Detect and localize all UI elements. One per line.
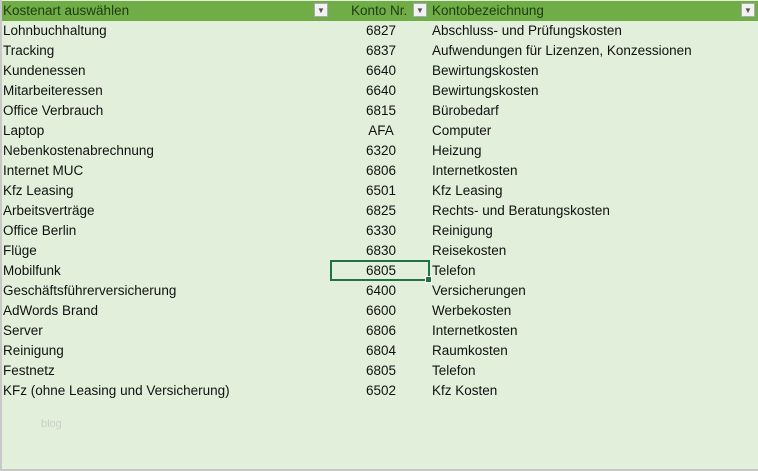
table-row: KFz (ohne Leasing und Versicherung) 6502 K… (2, 381, 758, 401)
table-header: Kostenart auswählen ▼ Konto Nr. ▼ Kontob… (2, 1, 758, 21)
cell-konto[interactable]: 6600 (332, 301, 430, 321)
cell-kostenart[interactable]: AdWords Brand (3, 301, 328, 321)
cell-kontobezeichnung[interactable]: Versicherungen (432, 281, 752, 301)
cell-kostenart[interactable]: Reinigung (3, 341, 328, 361)
table-row: AdWords Brand 6600 Werbekosten (2, 301, 758, 321)
table-row: Office Berlin 6330 Reinigung (2, 221, 758, 241)
cell-kostenart[interactable]: KFz (ohne Leasing und Versicherung) (3, 381, 328, 401)
cell-kostenart[interactable]: Tracking (3, 41, 328, 61)
table-row: Office Verbrauch 6815 Bürobedarf (2, 101, 758, 121)
cell-konto[interactable]: 6640 (332, 81, 430, 101)
cell-kostenart[interactable]: Laptop (3, 121, 328, 141)
table-row: Lohnbuchhaltung 6827 Abschluss- und Prüfun… (2, 21, 758, 41)
table-row: Geschäftsführerversicherung 6400 Versicher… (2, 281, 758, 301)
cell-kostenart[interactable]: Kfz Leasing (3, 181, 328, 201)
table-row: Laptop AFA Computer (2, 121, 758, 141)
table-row: Nebenkostenabrechnung 6320 Heizung (2, 141, 758, 161)
cell-kontobezeichnung[interactable]: Aufwendungen für Lizenzen, Konzessionen (432, 41, 752, 61)
cell-konto[interactable]: 6501 (332, 181, 430, 201)
table-row: Arbeitsverträge 6825 Rechts- und Beratungs… (2, 201, 758, 221)
cell-konto[interactable]: 6805 (332, 361, 430, 381)
cell-konto[interactable]: 6827 (332, 21, 430, 41)
table-row: Kfz Leasing 6501 Kfz Leasing (2, 181, 758, 201)
table-row: Kundenessen 6640 Bewirtungskosten (2, 61, 758, 81)
cell-kontobezeichnung[interactable]: Internetkosten (432, 161, 752, 181)
cell-kontobezeichnung[interactable]: Bürobedarf (432, 101, 752, 121)
cell-kostenart[interactable]: Mobilfunk (3, 261, 328, 281)
cell-kostenart[interactable]: Server (3, 321, 328, 341)
cell-konto[interactable]: 6830 (332, 241, 430, 261)
cell-konto[interactable]: 6825 (332, 201, 430, 221)
cell-konto[interactable]: 6330 (332, 221, 430, 241)
cell-konto[interactable]: 6806 (332, 321, 430, 341)
cell-konto[interactable]: 6837 (332, 41, 430, 61)
filter-dropdown-konto[interactable]: ▼ (413, 3, 427, 17)
table-row: Server 6806 Internetkosten (2, 321, 758, 341)
cell-konto[interactable]: 6804 (332, 341, 430, 361)
cell-kontobezeichnung[interactable]: Bewirtungskosten (432, 81, 752, 101)
cell-kostenart[interactable]: Lohnbuchhaltung (3, 21, 328, 41)
cell-kontobezeichnung[interactable]: Werbekosten (432, 301, 752, 321)
cell-kostenart[interactable]: Office Verbrauch (3, 101, 328, 121)
cell-kostenart[interactable]: Arbeitsverträge (3, 201, 328, 221)
table-row: Mitarbeiteressen 6640 Bewirtungskosten (2, 81, 758, 101)
cell-kontobezeichnung[interactable]: Telefon (432, 261, 752, 281)
selected-cell[interactable] (330, 260, 432, 283)
header-kostenart: Kostenart auswählen (3, 3, 130, 18)
cell-konto[interactable]: 6320 (332, 141, 430, 161)
cell-kontobezeichnung[interactable]: Kfz Leasing (432, 181, 752, 201)
cell-kostenart[interactable]: Internet MUC (3, 161, 328, 181)
table-row: Internet MUC 6806 Internetkosten (2, 161, 758, 181)
cell-konto[interactable]: 6640 (332, 61, 430, 81)
cell-kontobezeichnung[interactable]: Reisekosten (432, 241, 752, 261)
cell-kontobezeichnung[interactable]: Reinigung (432, 221, 752, 241)
cell-konto[interactable]: 6502 (332, 381, 430, 401)
cell-kostenart[interactable]: Kundenessen (3, 61, 328, 81)
table-row: Flüge 6830 Reisekosten (2, 241, 758, 261)
cell-kontobezeichnung[interactable]: Rechts- und Beratungskosten (432, 201, 752, 221)
cell-kostenart[interactable]: Flüge (3, 241, 328, 261)
watermark: blog (41, 418, 62, 430)
cell-kontobezeichnung[interactable]: Raumkosten (432, 341, 752, 361)
cell-kontobezeichnung[interactable]: Abschluss- und Prüfungskosten (432, 21, 752, 41)
table-row: Tracking 6837 Aufwendungen für Lizenzen, K… (2, 41, 758, 61)
cell-konto[interactable]: 6815 (332, 101, 430, 121)
cell-kostenart[interactable]: Geschäftsführerversicherung (3, 281, 328, 301)
cell-kontobezeichnung[interactable]: Kfz Kosten (432, 381, 752, 401)
cell-konto[interactable]: 6806 (332, 161, 430, 181)
cell-kontobezeichnung[interactable]: Bewirtungskosten (432, 61, 752, 81)
header-kontobezeichnung: Kontobezeichnung (432, 3, 544, 18)
cell-konto[interactable]: 6400 (332, 281, 430, 301)
cell-kontobezeichnung[interactable]: Computer (432, 121, 752, 141)
table-row: Festnetz 6805 Telefon (2, 361, 758, 381)
cell-kostenart[interactable]: Festnetz (3, 361, 328, 381)
table-row: Reinigung 6804 Raumkosten (2, 341, 758, 361)
header-konto: Konto Nr. (351, 3, 408, 18)
cell-kostenart[interactable]: Mitarbeiteressen (3, 81, 328, 101)
cell-kontobezeichnung[interactable]: Telefon (432, 361, 752, 381)
filter-dropdown-kostenart[interactable]: ▼ (314, 3, 328, 17)
cell-kontobezeichnung[interactable]: Heizung (432, 141, 752, 161)
cell-kostenart[interactable]: Nebenkostenabrechnung (3, 141, 328, 161)
cell-konto[interactable]: AFA (332, 121, 430, 141)
cell-kostenart[interactable]: Office Berlin (3, 221, 328, 241)
cell-kontobezeichnung[interactable]: Internetkosten (432, 321, 752, 341)
filter-dropdown-kontobezeichnung[interactable]: ▼ (741, 3, 755, 17)
